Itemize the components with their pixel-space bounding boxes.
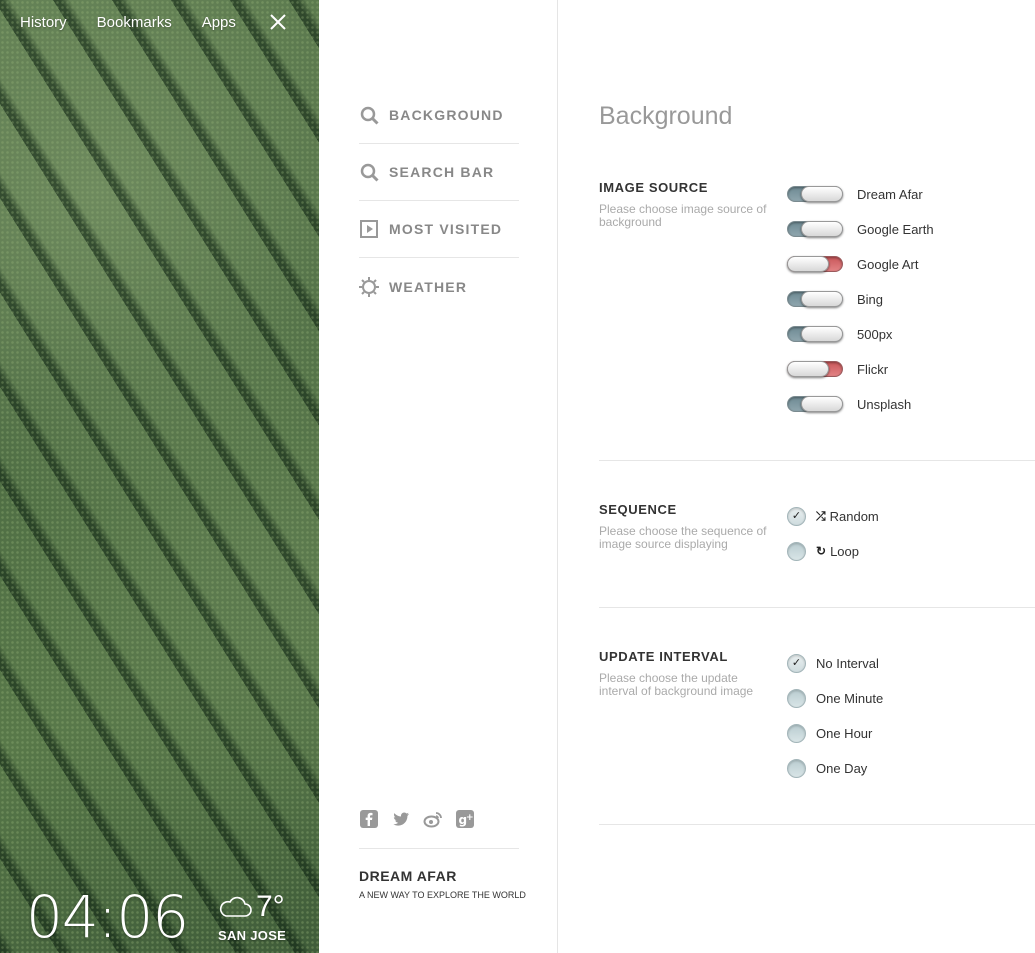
toggle-switch[interactable] xyxy=(787,326,843,342)
source-option-google-earth[interactable]: Google Earth xyxy=(787,218,934,240)
toggle-switch[interactable] xyxy=(787,361,843,377)
interval-option-one-minute[interactable]: One Minute xyxy=(787,687,883,709)
option-label: No Interval xyxy=(816,655,879,671)
sequence-section: SEQUENCE Please choose the sequence of i… xyxy=(599,492,1035,608)
radio-button[interactable]: ✓ xyxy=(787,653,806,673)
menu-item-label: WEATHER xyxy=(389,278,468,295)
menu-item-search-bar[interactable]: SEARCH BAR xyxy=(359,144,519,201)
sun-icon xyxy=(359,276,379,297)
settings-menu: BACKGROUND SEARCH BAR MOST VISITED WEATH… xyxy=(319,0,558,953)
radio-button[interactable]: ✓ xyxy=(787,506,806,526)
menu-item-background[interactable]: BACKGROUND xyxy=(359,87,519,144)
interval-option-no-interval[interactable]: ✓ No Interval xyxy=(787,652,879,674)
option-label: One Minute xyxy=(816,690,884,706)
google-plus-icon[interactable]: g+ xyxy=(455,809,475,829)
section-title: IMAGE SOURCE xyxy=(599,180,709,195)
toggle-switch[interactable] xyxy=(787,256,843,272)
facebook-icon[interactable] xyxy=(359,809,379,829)
brand-tagline: A NEW WAY TO EXPLORE THE WORLD xyxy=(359,890,526,900)
source-option-google-art[interactable]: Google Art xyxy=(787,253,918,275)
source-option-500px[interactable]: 500px xyxy=(787,323,892,345)
section-description: Please choose image source of background xyxy=(599,202,767,229)
check-icon: ✓ xyxy=(791,656,802,669)
sequence-option-loop[interactable]: ↻ Loop xyxy=(787,540,859,562)
option-label: Flickr xyxy=(857,361,889,377)
interval-option-one-day[interactable]: One Day xyxy=(787,757,867,779)
radio-button[interactable] xyxy=(787,758,806,778)
cloud-icon xyxy=(219,896,252,917)
section-title: SEQUENCE xyxy=(599,502,677,517)
search-icon xyxy=(359,105,379,125)
close-icon[interactable] xyxy=(268,12,288,32)
option-label: One Day xyxy=(816,760,868,776)
history-link[interactable]: History xyxy=(20,14,67,31)
menu-item-label: SEARCH BAR xyxy=(389,164,495,180)
weibo-icon[interactable] xyxy=(423,809,443,829)
temperature: 7° xyxy=(256,890,285,923)
settings-panel: Background IMAGE SOURCE Please choose im… xyxy=(559,0,1035,953)
menu-item-most-visited[interactable]: MOST VISITED xyxy=(359,201,519,258)
option-label: Bing xyxy=(857,291,884,307)
source-option-dream-afar[interactable]: Dream Afar xyxy=(787,183,923,205)
option-label: Loop xyxy=(830,543,859,559)
menu-item-label: BACKGROUND xyxy=(389,107,504,123)
section-description: Please choose the update interval of bac… xyxy=(599,671,754,698)
toggle-switch[interactable] xyxy=(787,291,843,307)
image-source-section: IMAGE SOURCE Please choose image source … xyxy=(599,170,1035,461)
sequence-option-random[interactable]: ✓ ⤮ Random xyxy=(787,505,879,527)
background-photo: History Bookmarks Apps 04:06 7° SAN JOSE xyxy=(0,0,319,953)
section-description: Please choose the sequence of image sour… xyxy=(599,524,767,551)
source-option-flickr[interactable]: Flickr xyxy=(787,358,888,380)
section-title: UPDATE INTERVAL xyxy=(599,649,728,664)
update-interval-section: UPDATE INTERVAL Please choose the update… xyxy=(599,639,1035,825)
check-icon: ✓ xyxy=(791,509,802,522)
option-label: Unsplash xyxy=(857,396,912,412)
menu-item-weather[interactable]: WEATHER xyxy=(359,258,519,315)
radio-button[interactable] xyxy=(787,723,806,743)
option-label: Google Earth xyxy=(857,221,934,237)
apps-link[interactable]: Apps xyxy=(202,14,236,31)
social-links: g + xyxy=(359,809,487,829)
toggle-switch[interactable] xyxy=(787,396,843,412)
interval-option-one-hour[interactable]: One Hour xyxy=(787,722,872,744)
page-title: Background xyxy=(599,102,733,130)
twitter-icon[interactable] xyxy=(391,809,411,829)
brand-name: DREAM AFAR xyxy=(359,868,457,884)
bookmarks-link[interactable]: Bookmarks xyxy=(97,14,172,31)
source-option-bing[interactable]: Bing xyxy=(787,288,883,310)
option-label: 500px xyxy=(857,326,893,342)
shuffle-icon: ⤮ xyxy=(816,508,826,523)
play-square-icon xyxy=(359,219,379,239)
option-label: Dream Afar xyxy=(857,186,923,202)
option-label: One Hour xyxy=(816,725,873,741)
source-option-unsplash[interactable]: Unsplash xyxy=(787,393,911,415)
clock-time: 04:06 xyxy=(26,883,189,951)
toggle-switch[interactable] xyxy=(787,221,843,237)
option-label: Random xyxy=(829,508,879,524)
menu-item-label: MOST VISITED xyxy=(389,221,503,237)
loop-icon: ↻ xyxy=(816,544,827,558)
search-icon xyxy=(359,162,379,182)
radio-button[interactable] xyxy=(787,541,806,561)
brand-block: DREAM AFAR A NEW WAY TO EXPLORE THE WORL… xyxy=(359,848,526,900)
weather-city: SAN JOSE xyxy=(218,928,287,943)
radio-button[interactable] xyxy=(787,688,806,708)
toggle-switch[interactable] xyxy=(787,186,843,202)
svg-text:+: + xyxy=(466,813,474,823)
top-navigation: History Bookmarks Apps xyxy=(20,14,266,31)
weather-widget[interactable]: 7° SAN JOSE xyxy=(218,890,286,943)
photo-texture xyxy=(0,0,319,953)
option-label: Google Art xyxy=(857,256,919,272)
